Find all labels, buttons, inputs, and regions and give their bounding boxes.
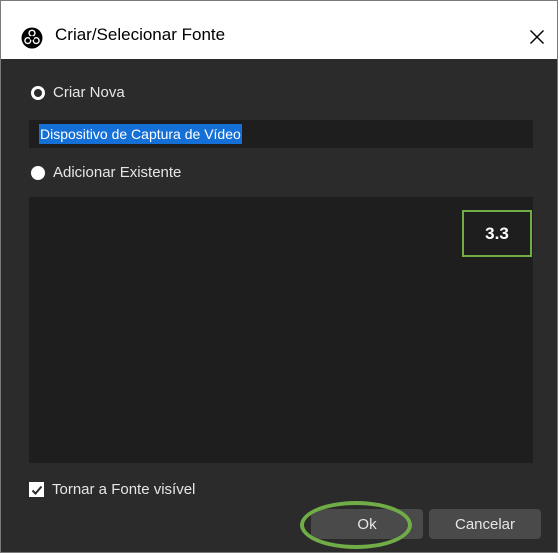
title-bar: Criar/Selecionar Fonte [1, 1, 557, 59]
close-button[interactable] [521, 21, 553, 53]
add-existing-label: Adicionar Existente [53, 164, 182, 181]
create-new-radio[interactable] [31, 85, 45, 100]
checkmark-icon [31, 485, 42, 495]
ok-button[interactable]: Ok [311, 509, 423, 539]
cancel-button[interactable]: Cancelar [429, 509, 541, 539]
step-annotation-badge: 3.3 [462, 210, 532, 257]
dialog-title: Criar/Selecionar Fonte [55, 25, 226, 44]
source-name-input[interactable]: Dispositivo de Captura de Vídeo [29, 120, 533, 148]
add-existing-option[interactable]: Adicionar Existente [31, 164, 181, 181]
close-icon [530, 30, 544, 44]
existing-sources-list[interactable] [29, 197, 533, 463]
create-select-source-dialog: Criar/Selecionar Fonte Criar Nova Dispos… [0, 0, 558, 553]
source-name-value: Dispositivo de Captura de Vídeo [39, 124, 242, 144]
make-source-visible-option[interactable]: Tornar a Fonte visível [29, 481, 195, 498]
create-new-option[interactable]: Criar Nova [31, 84, 125, 101]
make-source-visible-checkbox[interactable] [29, 482, 44, 497]
obs-logo-icon [21, 27, 43, 49]
create-new-label: Criar Nova [53, 84, 125, 101]
add-existing-radio[interactable] [31, 165, 45, 180]
make-source-visible-label: Tornar a Fonte visível [52, 481, 196, 498]
